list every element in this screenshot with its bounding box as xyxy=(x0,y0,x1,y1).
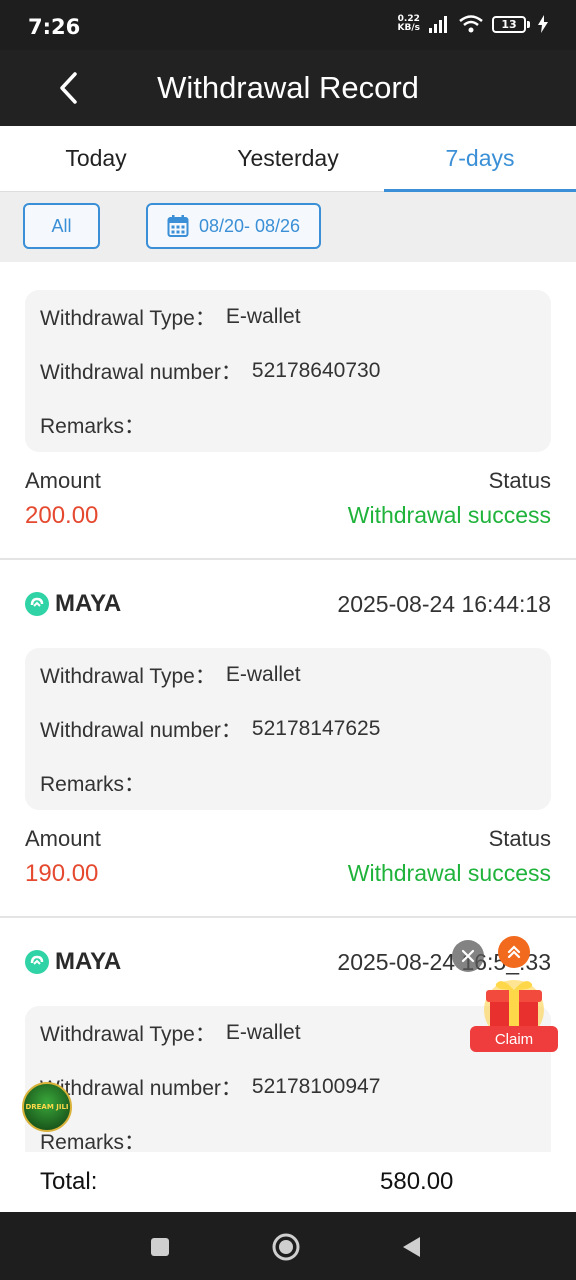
brand-name: MAYA xyxy=(55,590,122,617)
close-float-button[interactable] xyxy=(452,940,484,972)
app-header: Withdrawal Record xyxy=(0,50,576,126)
record-card: Withdrawal Type： E-wallet Withdrawal num… xyxy=(0,262,576,560)
record-datetime: 2025-08-24 16:44:18 xyxy=(337,590,551,617)
withdrawal-type-row: Withdrawal Type： E-wallet xyxy=(40,290,536,344)
withdrawal-type-label: Withdrawal Type： xyxy=(40,1023,216,1046)
total-bar: Total: 580.00 xyxy=(0,1152,576,1212)
total-label: Total: xyxy=(40,1168,98,1195)
wifi-icon xyxy=(459,15,483,33)
withdrawal-type-label: Withdrawal Type： xyxy=(40,307,216,330)
withdrawal-type-value: E-wallet xyxy=(225,663,301,686)
remarks-label: Remarks： xyxy=(40,415,146,438)
amount-value: 200.00 xyxy=(25,502,99,529)
battery-level: 13 xyxy=(492,15,526,33)
payment-brand: MAYA xyxy=(25,948,121,976)
triangle-back-icon xyxy=(403,1237,420,1257)
tab-today[interactable]: Today xyxy=(0,126,192,191)
status-value: Withdrawal success xyxy=(347,860,551,886)
withdrawal-number-value: 52178100947 xyxy=(251,1075,381,1098)
all-filter-button[interactable]: All xyxy=(23,203,100,249)
total-value: 580.00 xyxy=(380,1168,454,1195)
filter-bar: All 08/20- 08/26 xyxy=(0,192,576,262)
claim-gift-button[interactable]: Claim xyxy=(468,976,560,1060)
amount-status-row: Amount Status 200.00 Withdrawal success xyxy=(25,452,551,558)
status-label: Status xyxy=(488,468,551,493)
withdrawal-number-value: 52178147625 xyxy=(251,717,381,740)
remarks-row: Remarks： xyxy=(40,756,536,810)
charging-icon xyxy=(538,15,548,33)
amount-value: 190.00 xyxy=(25,860,99,887)
recents-button[interactable] xyxy=(145,1232,175,1262)
withdrawal-type-label: Withdrawal Type： xyxy=(40,665,216,688)
withdrawal-number-label: Withdrawal number： xyxy=(40,719,242,742)
tab-7-days[interactable]: 7-days xyxy=(384,126,576,192)
amount-status-row: Amount Status 190.00 Withdrawal success xyxy=(25,810,551,916)
withdrawal-type-value: E-wallet xyxy=(225,1021,301,1044)
withdrawal-type-row: Withdrawal Type： E-wallet xyxy=(40,1006,536,1060)
date-range-label: 08/20- 08/26 xyxy=(198,215,301,236)
claim-label: Claim xyxy=(470,1026,558,1052)
maya-logo-icon xyxy=(25,592,49,616)
back-nav-button[interactable] xyxy=(396,1232,426,1262)
brand-name: MAYA xyxy=(55,948,122,975)
home-button[interactable] xyxy=(271,1232,301,1262)
withdrawal-number-label: Withdrawal number： xyxy=(40,361,242,384)
battery-icon: 13 xyxy=(492,15,530,33)
status-value: Withdrawal success xyxy=(347,502,551,528)
payment-brand: MAYA xyxy=(25,590,121,618)
calendar-icon xyxy=(167,215,189,237)
amount-label: Amount xyxy=(25,826,101,851)
status-icons: 0.22 KB/s 13 xyxy=(398,14,548,34)
square-icon xyxy=(151,1238,169,1256)
double-chevron-up-icon xyxy=(507,945,521,959)
amount-label: Amount xyxy=(25,468,101,493)
game-logo-badge[interactable]: DREAM JILI xyxy=(22,1082,72,1132)
status-bar: 7:26 0.22 KB/s 13 xyxy=(0,0,576,50)
home-circle-icon xyxy=(272,1233,300,1261)
date-range-button[interactable]: 08/20- 08/26 xyxy=(146,203,321,249)
clock: 7:26 xyxy=(28,15,81,39)
close-icon xyxy=(461,949,475,963)
page-title: Withdrawal Record xyxy=(157,70,419,105)
tab-yesterday[interactable]: Yesterday xyxy=(192,126,384,191)
status-label: Status xyxy=(488,826,551,851)
record-header: MAYA 2025-08-24 16:44:18 xyxy=(25,560,551,648)
remarks-label: Remarks： xyxy=(40,773,146,796)
signal-icon xyxy=(429,16,447,33)
withdrawal-number-row: Withdrawal number： 52178147625 xyxy=(40,702,536,756)
withdrawal-type-row: Withdrawal Type： E-wallet xyxy=(40,648,536,702)
remarks-row: Remarks： xyxy=(40,398,536,452)
record-details: Withdrawal Type： E-wallet Withdrawal num… xyxy=(25,290,551,452)
record-details: Withdrawal Type： E-wallet Withdrawal num… xyxy=(25,648,551,810)
withdrawal-type-value: E-wallet xyxy=(225,305,301,328)
remarks-row: Remarks： xyxy=(40,1114,536,1152)
withdrawal-number-row: Withdrawal number： 52178640730 xyxy=(40,344,536,398)
network-speed-unit: KB/s xyxy=(397,23,420,33)
maya-logo-icon xyxy=(25,950,49,974)
badge-text: DREAM JILI xyxy=(25,1103,69,1111)
record-card: MAYA 2025-08-24 16:44:18 Withdrawal Type… xyxy=(0,560,576,918)
network-speed: 0.22 KB/s xyxy=(398,15,420,33)
date-tabs: Today Yesterday 7-days xyxy=(0,126,576,192)
withdrawal-number-value: 52178640730 xyxy=(251,359,381,382)
scroll-top-button[interactable] xyxy=(498,936,530,968)
withdrawal-number-row: Withdrawal number： 52178100947 xyxy=(40,1060,536,1114)
system-nav-bar xyxy=(0,1212,576,1280)
